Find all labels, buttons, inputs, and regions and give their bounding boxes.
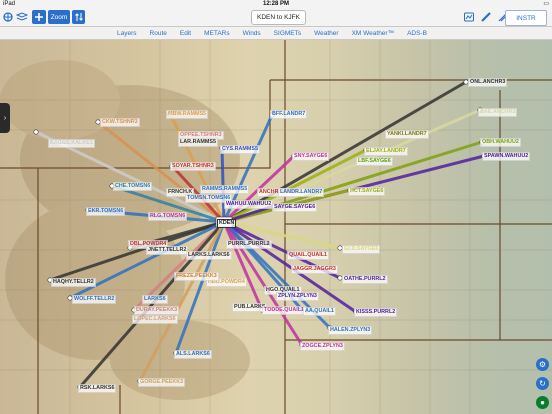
procedure-label[interactable]: LBF.SAYGE6 (356, 157, 393, 166)
airplane-settings-icon[interactable] (2, 10, 14, 24)
procedure-label[interactable]: SOYAR.TSHNR3 (170, 162, 216, 171)
procedure-label[interactable]: LANDR.LANDR7 (278, 188, 325, 197)
ruler-icon[interactable] (479, 10, 492, 24)
procedure-label[interactable]: LARKS.LARKS6 (186, 251, 232, 260)
hub-airport-label[interactable]: KDEN (217, 219, 237, 228)
track-icon[interactable]: ↻ (536, 377, 549, 390)
procedure-label[interactable]: JNETT.TELLR2 (146, 246, 189, 255)
procedure-label[interactable]: AA.QUAIL1 (303, 307, 337, 316)
menu-sigmets[interactable]: SIGMETs (274, 30, 301, 37)
menu-xm-weather[interactable]: XM Weather™ (352, 30, 395, 37)
gear-icon[interactable]: ⚙ (536, 358, 549, 371)
plus-icon[interactable] (32, 10, 46, 24)
procedure-label[interactable]: ONL.ANCHR3 (468, 78, 508, 87)
procedure-label[interactable]: OATHE.PURRL2 (342, 275, 388, 284)
map-graphics (0, 40, 552, 414)
procedure-label[interactable]: ELJAY.LANDR7 (364, 147, 408, 156)
procedure-label[interactable]: GORGE.PEEKK3 (138, 378, 186, 387)
procedure-label[interactable]: CYS.RAMMS5 (220, 145, 260, 154)
procedure-label[interactable]: MBW.RAMMS5 (166, 110, 209, 119)
menu-route[interactable]: Route (150, 30, 167, 37)
procedure-label[interactable]: HALEN.ZPLYN3 (328, 326, 373, 335)
route-button[interactable]: KDEN to KJFK (251, 10, 306, 25)
side-panel-tab[interactable]: › (0, 103, 10, 133)
procedure-label[interactable]: BAGGS.KALKE1 (48, 139, 95, 148)
instr-button[interactable]: INSTR (505, 10, 547, 26)
zoom-button[interactable]: Zoom (48, 10, 70, 24)
procedure-label[interactable]: CKW.TSHNR3 (100, 118, 140, 127)
procedure-label[interactable]: CHE.TOMSN6 (113, 182, 153, 191)
procedure-label[interactable]: LARKS6 (142, 295, 168, 304)
map-menu-bar: Layers Route Edit METARs Winds SIGMETs W… (0, 27, 552, 40)
map-layers-icon[interactable] (16, 10, 28, 24)
procedure-label[interactable]: HCT.SAYGE6 (348, 187, 386, 196)
procedure-label[interactable]: ZOGCE.ZPLYN3 (300, 342, 345, 351)
procedure-label[interactable]: OBH.WAHUU2 (480, 138, 521, 147)
procedure-label[interactable]: BAE.ANCHR3 (478, 108, 518, 117)
procedure-label[interactable]: SAYGE.SAYGE6 (272, 203, 318, 212)
menu-winds[interactable]: Winds (243, 30, 261, 37)
procedure-label[interactable]: YANKI.LANDR7 (385, 130, 429, 139)
menu-layers[interactable]: Layers (117, 30, 137, 37)
procedure-label[interactable]: SNY.SAYGE6 (292, 152, 330, 161)
procedure-label[interactable]: RAMMS.RAMMS5 (200, 185, 250, 194)
procedure-label[interactable]: RSK.LARKS6 (78, 384, 117, 393)
procedure-label[interactable]: KISSS.PURRL2 (354, 308, 398, 317)
menu-weather[interactable]: Weather (314, 30, 338, 37)
procedure-label[interactable]: SPAWN.WAHUU2 (482, 152, 531, 161)
battery-icon: ▭ (543, 1, 549, 7)
menu-ads-b[interactable]: ADS-B (407, 30, 427, 37)
procedure-label[interactable]: ALS.LARKS6 (174, 350, 212, 359)
map-lock-icon[interactable] (462, 10, 475, 24)
procedure-label[interactable]: LOPEC.LARKS6 (132, 315, 178, 324)
procedure-label[interactable]: PURRL.PURRL2 (226, 240, 272, 249)
menu-edit[interactable]: Edit (180, 30, 191, 37)
toolbar: Zoom KDEN to KJFK INSTR (0, 8, 552, 27)
sectional-map[interactable]: ONL.ANCHR3 BAE.ANCHR3 YANKI.LANDR7 ELJAY.LA… (0, 40, 552, 414)
procedure-label[interactable]: WAHUU.WAHUU2 (224, 200, 274, 209)
track-up-icon[interactable] (72, 10, 85, 24)
status-bar: iPad 12:28 PM ▭ (0, 0, 552, 8)
menu-metars[interactable]: METARs (204, 30, 230, 37)
procedure-label[interactable]: RLG.TOMSN6 (148, 212, 188, 221)
ownship-icon[interactable]: ● (536, 396, 549, 409)
procedure-label[interactable]: GLD.SAYGE6 (342, 245, 381, 254)
procedure-label[interactable]: WOLFF.TELLR2 (72, 295, 117, 304)
procedure-label[interactable]: QUAIL.QUAIL1 (287, 251, 330, 260)
procedure-label[interactable]: HAQHY.TELLR2 (51, 278, 96, 287)
procedure-label[interactable]: LAR.RAMMS5 (178, 138, 218, 147)
procedure-label[interactable]: BFF.LANDR7 (270, 110, 308, 119)
procedure-label[interactable]: JAGGR.JAGGR3 (291, 265, 338, 274)
procedure-label[interactable]: ZPLYN.ZPLYN3 (276, 292, 319, 301)
procedure-label[interactable]: EKR.TOMSN6 (86, 207, 126, 216)
waypoint-marker (33, 129, 39, 135)
clock: 12:28 PM (262, 1, 289, 7)
procedure-label[interactable]: DURAY.PEEKK3 (134, 306, 180, 315)
procedure-label[interactable]: FREZE.PEEKK3 (174, 272, 219, 281)
procedure-label[interactable]: TODDE.QUAIL1 (262, 306, 307, 315)
